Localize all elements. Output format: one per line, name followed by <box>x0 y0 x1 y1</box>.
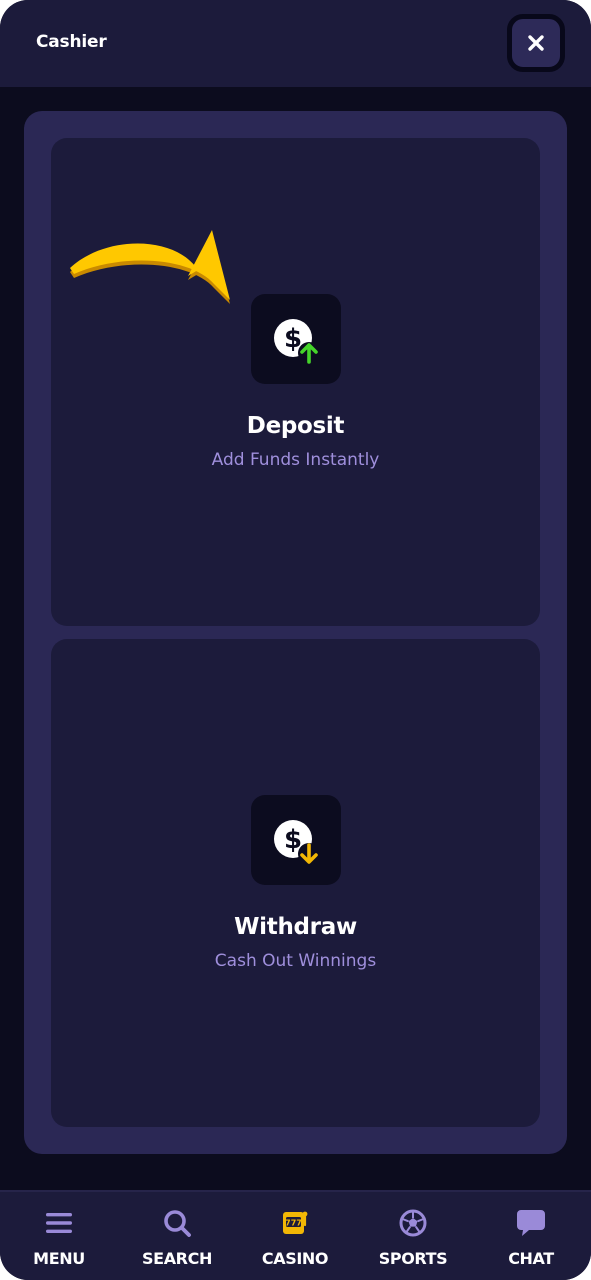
bottom-nav: MENU SEARCH 777 CASINO SPORTS CHAT <box>0 1190 591 1280</box>
svg-text:777: 777 <box>285 1219 302 1228</box>
nav-search-label: SEARCH <box>142 1249 212 1268</box>
close-button[interactable] <box>507 14 565 72</box>
slot-machine-icon: 777 <box>280 1208 310 1238</box>
nav-menu-label: MENU <box>33 1249 85 1268</box>
dollar-up-arrow-icon: $ <box>274 319 320 364</box>
nav-menu[interactable]: MENU <box>0 1192 118 1280</box>
chat-bubble-icon <box>516 1208 546 1238</box>
nav-casino[interactable]: 777 CASINO <box>236 1192 354 1280</box>
cashier-screen: Cashier $ Deposit Add Funds Instantly $ … <box>0 0 591 1280</box>
hamburger-menu-icon <box>44 1208 74 1238</box>
nav-chat[interactable]: CHAT <box>472 1192 590 1280</box>
withdraw-icon-tile: $ <box>251 795 341 885</box>
nav-chat-label: CHAT <box>508 1249 554 1268</box>
page-title: Cashier <box>36 32 107 52</box>
nav-casino-label: CASINO <box>261 1249 329 1268</box>
withdraw-card[interactable]: $ Withdraw Cash Out Winnings <box>51 639 540 1127</box>
dollar-down-arrow-icon: $ <box>274 820 320 865</box>
deposit-card[interactable]: $ Deposit Add Funds Instantly <box>51 138 540 626</box>
search-icon <box>162 1208 192 1238</box>
withdraw-subtitle: Cash Out Winnings <box>214 951 377 971</box>
close-icon <box>528 35 544 51</box>
deposit-title: Deposit <box>246 413 345 439</box>
withdraw-title: Withdraw <box>234 914 357 940</box>
nav-sports-label: SPORTS <box>378 1249 448 1268</box>
soccer-ball-icon <box>398 1208 428 1238</box>
header: Cashier <box>0 0 591 87</box>
deposit-icon-tile: $ <box>251 294 341 384</box>
curved-arrow-icon <box>70 230 230 304</box>
deposit-subtitle: Add Funds Instantly <box>211 450 380 470</box>
nav-search[interactable]: SEARCH <box>118 1192 236 1280</box>
nav-sports[interactable]: SPORTS <box>354 1192 472 1280</box>
